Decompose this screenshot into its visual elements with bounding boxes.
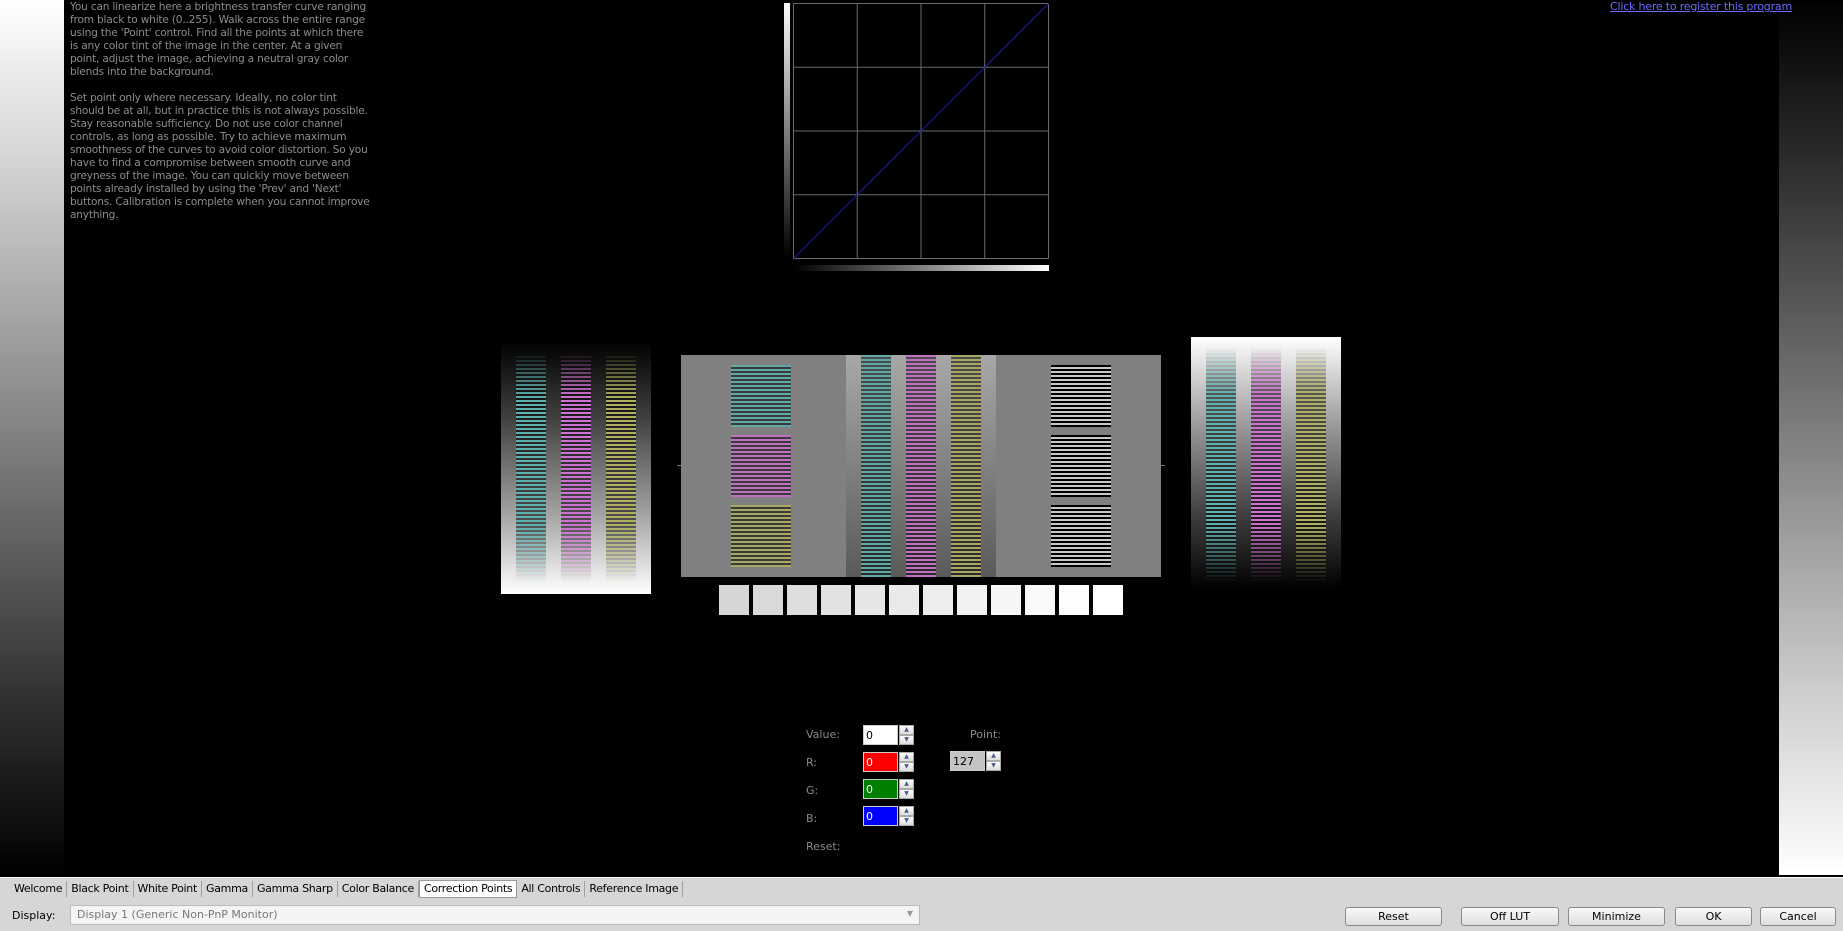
b-input[interactable]: [863, 806, 898, 826]
tab-welcome[interactable]: Welcome: [10, 880, 68, 897]
test-pattern: [681, 355, 1161, 577]
output-gradient-bar: [784, 3, 790, 258]
curve-plot[interactable]: [793, 3, 1050, 260]
b-down-button[interactable]: ▼: [899, 816, 914, 826]
gray-swatch: [1093, 585, 1123, 615]
value-input[interactable]: [863, 725, 898, 745]
minimize-button[interactable]: Minimize: [1568, 907, 1665, 926]
gray-swatch: [889, 585, 919, 615]
value-up-button[interactable]: ▲: [899, 725, 914, 735]
help-paragraph-1: You can linearize here a brightness tran…: [70, 1, 367, 78]
tint-column-magenta: [906, 355, 936, 577]
ramp-column-yellow: [1296, 347, 1326, 582]
gray-line-patch: [1051, 365, 1111, 427]
tab-correction-points[interactable]: Correction Points: [418, 879, 518, 898]
r-down-button[interactable]: ▼: [899, 762, 914, 772]
left-gray-ramp: [0, 0, 64, 877]
light-to-dark-tint-ramp: [1191, 337, 1341, 589]
tint-patch-cyan: [731, 365, 791, 427]
reset-label: Reset:: [806, 840, 841, 853]
reset-button[interactable]: Reset: [1345, 907, 1442, 926]
gray-swatch: [719, 585, 749, 615]
tab-white-point[interactable]: White Point: [134, 880, 202, 897]
ok-button[interactable]: OK: [1675, 907, 1752, 926]
tab-bar: Welcome Black Point White Point Gamma Gamma …: [0, 877, 1843, 899]
gray-swatches: [719, 585, 1123, 615]
register-link[interactable]: Click here to register this program: [1610, 0, 1792, 13]
tab-gamma-sharp[interactable]: Gamma Sharp: [253, 880, 338, 897]
r-up-button[interactable]: ▲: [899, 752, 914, 762]
chevron-down-icon[interactable]: ▼: [907, 909, 913, 918]
gray-swatch: [787, 585, 817, 615]
ramp-column-cyan: [1206, 347, 1236, 582]
gray-swatch: [1025, 585, 1055, 615]
gray-swatch: [821, 585, 851, 615]
gray-line-patch: [1051, 505, 1111, 567]
point-up-button[interactable]: ▲: [986, 751, 1001, 761]
curve-graph[interactable]: [784, 3, 1050, 271]
g-up-button[interactable]: ▲: [899, 779, 914, 789]
r-spinner[interactable]: ▲▼: [863, 752, 914, 772]
gray-swatch: [753, 585, 783, 615]
gray-swatch: [923, 585, 953, 615]
ramp-column-magenta: [561, 352, 591, 582]
b-label: B:: [806, 812, 818, 825]
r-label: R:: [806, 756, 818, 769]
display-label: Display:: [12, 909, 56, 922]
gray-line-patch: [1051, 435, 1111, 497]
b-spinner[interactable]: ▲▼: [863, 806, 914, 826]
off-lut-button[interactable]: Off LUT: [1461, 907, 1559, 926]
tab-gamma[interactable]: Gamma: [202, 880, 253, 897]
g-label: G:: [806, 784, 819, 797]
center-marker-right: [1161, 465, 1165, 466]
value-label: Value:: [806, 728, 840, 741]
display-select[interactable]: Display 1 (Generic Non-PnP Monitor) ▼: [70, 905, 920, 925]
point-down-button[interactable]: ▼: [986, 761, 1001, 771]
right-gray-ramp: [1779, 0, 1843, 875]
cancel-button[interactable]: Cancel: [1760, 907, 1836, 926]
point-label: Point:: [970, 728, 1002, 741]
point-input[interactable]: [950, 751, 985, 771]
tab-black-point[interactable]: Black Point: [67, 880, 134, 897]
display-select-value: Display 1 (Generic Non-PnP Monitor): [77, 908, 278, 921]
dark-to-light-tint-ramp: [501, 342, 651, 594]
tab-all-controls[interactable]: All Controls: [517, 880, 586, 897]
tint-patch-magenta: [731, 435, 791, 497]
tab-color-balance[interactable]: Color Balance: [338, 880, 419, 897]
r-input[interactable]: [863, 752, 898, 772]
gray-swatch: [855, 585, 885, 615]
g-input[interactable]: [863, 779, 898, 799]
b-up-button[interactable]: ▲: [899, 806, 914, 816]
value-down-button[interactable]: ▼: [899, 735, 914, 745]
ramp-column-yellow: [606, 352, 636, 582]
tint-column-yellow: [951, 355, 981, 577]
gray-swatch: [991, 585, 1021, 615]
tint-patch-yellow: [731, 505, 791, 567]
input-gradient-bar: [794, 265, 1049, 271]
gray-swatch: [1059, 585, 1089, 615]
ramp-column-magenta: [1251, 347, 1281, 582]
g-down-button[interactable]: ▼: [899, 789, 914, 799]
help-text: You can linearize here a brightness tran…: [70, 1, 370, 235]
ramp-column-cyan: [516, 352, 546, 582]
bottom-bar: Display: Display 1 (Generic Non-PnP Moni…: [0, 899, 1843, 931]
help-paragraph-2: Set point only where necessary. Ideally,…: [70, 92, 370, 221]
point-spinner[interactable]: ▲▼: [950, 751, 1001, 771]
value-spinner[interactable]: ▲▼: [863, 725, 914, 745]
gray-swatch: [957, 585, 987, 615]
tab-reference-image[interactable]: Reference Image: [585, 880, 684, 897]
g-spinner[interactable]: ▲▼: [863, 779, 914, 799]
tint-column-cyan: [861, 355, 891, 577]
